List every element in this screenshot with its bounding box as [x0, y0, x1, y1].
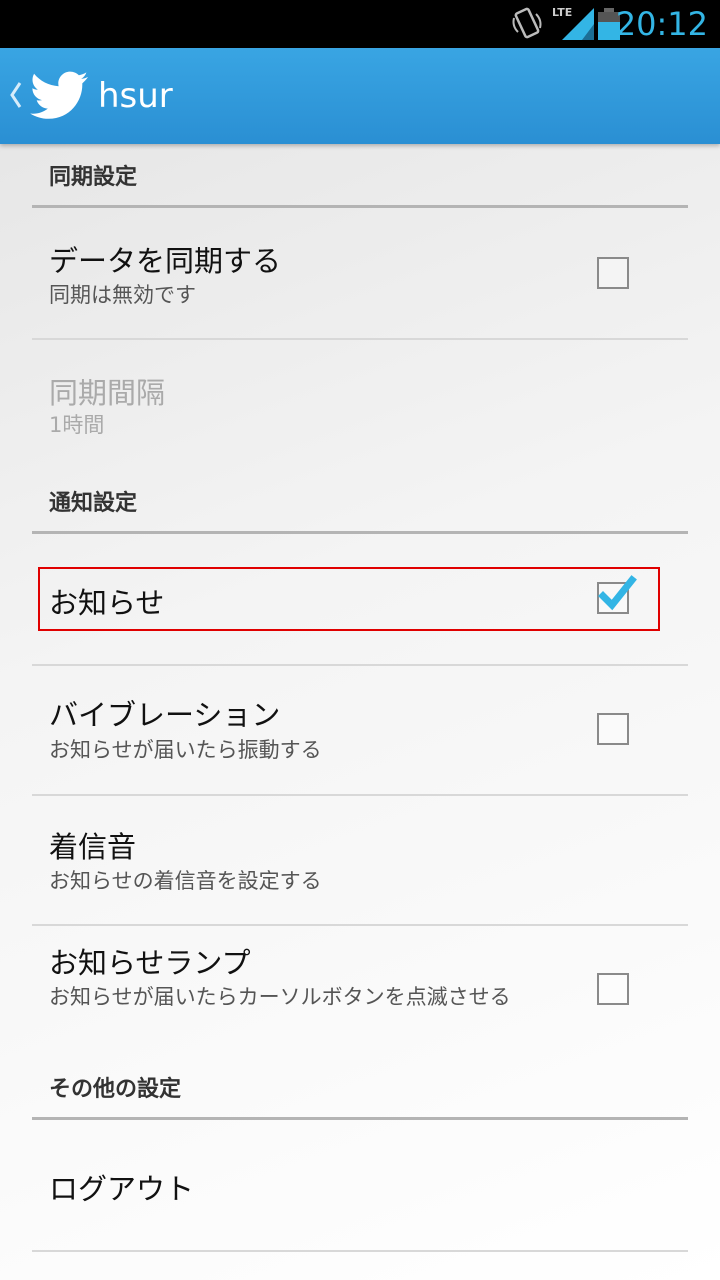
section-header-other: その他の設定 — [32, 1052, 688, 1120]
pref-title: バイブレーション — [49, 698, 281, 732]
section-header-sync: 同期設定 — [32, 144, 688, 208]
pref-logout[interactable]: ログアウト — [32, 1120, 688, 1252]
app-title: hsur — [98, 76, 173, 116]
pref-summary: 同期は無効です — [49, 283, 196, 307]
pref-sync-interval: 同期間隔 1時間 — [32, 340, 688, 470]
section-title: その他の設定 — [49, 1077, 182, 1102]
pref-sync-data[interactable]: データを同期する 同期は無効です — [32, 208, 688, 340]
section-title: 通知設定 — [49, 491, 138, 516]
pref-summary: お知らせの着信音を設定する — [49, 869, 322, 893]
action-bar: hsur — [0, 48, 720, 144]
section-header-notifications: 通知設定 — [32, 470, 688, 534]
twitter-bird-icon[interactable] — [30, 70, 90, 126]
notification-lamp-checkbox[interactable] — [597, 973, 629, 1005]
pref-ringtone[interactable]: 着信音 お知らせの着信音を設定する — [32, 796, 688, 926]
vibration-checkbox[interactable] — [597, 713, 629, 745]
pref-title: 同期間隔 — [49, 376, 166, 410]
rotation-icon — [510, 6, 546, 46]
sync-data-checkbox[interactable] — [597, 257, 629, 289]
status-bar: LTE 20:12 — [0, 0, 720, 48]
status-time: 20:12 — [615, 5, 708, 43]
pref-title: 着信音 — [49, 830, 137, 864]
pref-summary: お知らせが届いたら振動する — [49, 738, 322, 762]
pref-title: データを同期する — [49, 244, 282, 278]
pref-vibration[interactable]: バイブレーション お知らせが届いたら振動する — [32, 666, 688, 796]
pref-summary: 1時間 — [49, 413, 105, 437]
pref-notification-lamp[interactable]: お知らせランプ お知らせが届いたらカーソルボタンを点滅させる — [32, 926, 688, 1052]
pref-summary: お知らせが届いたらカーソルボタンを点滅させる — [49, 985, 511, 1009]
pref-title: お知らせランプ — [49, 946, 251, 980]
highlight-box — [38, 567, 660, 631]
section-title: 同期設定 — [49, 165, 138, 190]
pref-title: ログアウト — [49, 1172, 195, 1206]
up-chevron-icon[interactable] — [8, 80, 24, 114]
